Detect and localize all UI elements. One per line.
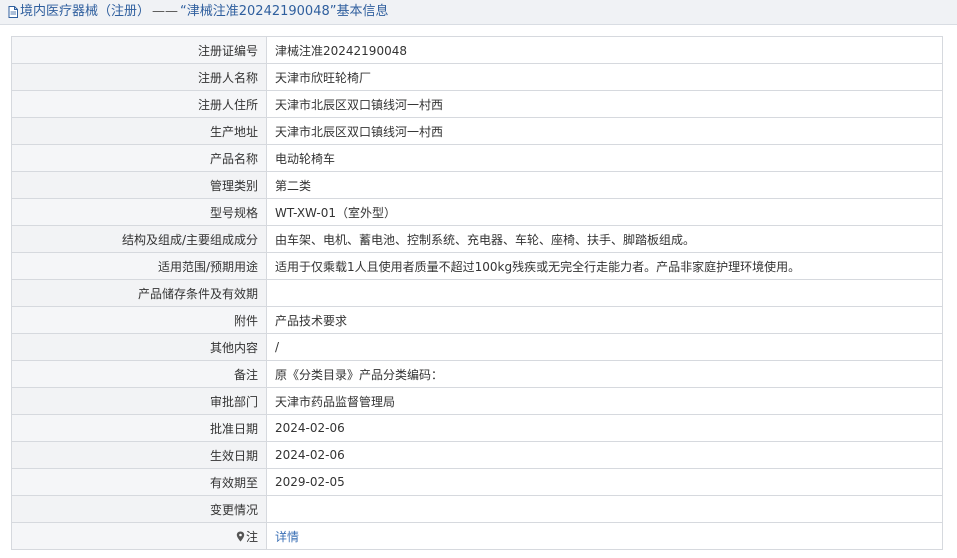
table-row: 产品储存条件及有效期 [11,279,943,307]
table-row: 审批部门 天津市药品监督管理局 [11,387,943,415]
row-label: 型号规格 [11,198,267,226]
table-row: 生效日期 2024-02-06 [11,441,943,469]
row-label: 附件 [11,306,267,334]
row-value: 天津市北辰区双口镇线河一村西 [266,117,943,145]
document-icon [8,6,18,18]
table-row: 结构及组成/主要组成成分 由车架、电机、蓄电池、控制系统、充电器、车轮、座椅、扶手… [11,225,943,253]
table-row: 注册人住所 天津市北辰区双口镇线河一村西 [11,90,943,118]
row-label: 生效日期 [11,441,267,469]
row-value: / [266,333,943,361]
row-label: 产品储存条件及有效期 [11,279,267,307]
row-value: 由车架、电机、蓄电池、控制系统、充电器、车轮、座椅、扶手、脚踏板组成。 [266,225,943,253]
detail-link[interactable]: 详情 [275,530,299,544]
row-label: 注册证编号 [11,36,267,64]
table-row: 批准日期 2024-02-06 [11,414,943,442]
row-label: 结构及组成/主要组成成分 [11,225,267,253]
note-value-cell: 详情 [266,522,943,550]
table-row: 变更情况 [11,495,943,523]
row-value: 2024-02-06 [266,441,943,469]
title-bar: 境内医疗器械（注册） —— “津械注准20242190048”基本信息 [0,0,957,25]
info-table-container: 注册证编号 津械注准20242190048 注册人名称 天津市欣旺轮椅厂 注册人住所… [11,36,943,550]
row-label: 其他内容 [11,333,267,361]
table-row: 有效期至 2029-02-05 [11,468,943,496]
row-label: 注册人名称 [11,63,267,91]
row-value: 津械注准20242190048 [266,36,943,64]
row-label: 适用范围/预期用途 [11,252,267,280]
row-value: 2024-02-06 [266,414,943,442]
row-value: 电动轮椅车 [266,144,943,172]
row-label: 生产地址 [11,117,267,145]
row-label: 有效期至 [11,468,267,496]
breadcrumb-separator: —— [152,4,179,19]
table-row: 适用范围/预期用途 适用于仅乘载1人且使用者质量不超过100kg残疾或无完全行走能… [11,252,943,280]
row-value: 原《分类目录》产品分类编码： [266,360,943,388]
row-label: 产品名称 [11,144,267,172]
table-row: 备注 原《分类目录》产品分类编码： [11,360,943,388]
row-label: 注册人住所 [11,90,267,118]
row-value: 2029-02-05 [266,468,943,496]
row-label: 备注 [11,360,267,388]
row-value: 天津市北辰区双口镇线河一村西 [266,90,943,118]
row-label: 变更情况 [11,495,267,523]
table-row: 附件 产品技术要求 [11,306,943,334]
row-value: 适用于仅乘载1人且使用者质量不超过100kg残疾或无完全行走能力者。产品非家庭护… [266,252,943,280]
table-row: 其他内容 / [11,333,943,361]
row-value: 天津市药品监督管理局 [266,387,943,415]
breadcrumb[interactable]: 境内医疗器械（注册） [20,0,150,24]
row-value [266,279,943,307]
row-value: 产品技术要求 [266,306,943,334]
page-title: “津械注准20242190048”基本信息 [180,4,389,19]
row-label: 审批部门 [11,387,267,415]
location-pin-icon [236,531,245,541]
table-row: 注册证编号 津械注准20242190048 [11,36,943,64]
note-label-cell: 注 [11,522,267,550]
row-value: 天津市欣旺轮椅厂 [266,63,943,91]
table-row: 产品名称 电动轮椅车 [11,144,943,172]
row-value [266,495,943,523]
table-row: 生产地址 天津市北辰区双口镇线河一村西 [11,117,943,145]
note-row: 注 详情 [11,522,943,550]
row-label: 管理类别 [11,171,267,199]
row-value: WT-XW-01（室外型） [266,198,943,226]
table-row: 注册人名称 天津市欣旺轮椅厂 [11,63,943,91]
row-label: 批准日期 [11,414,267,442]
table-row: 管理类别 第二类 [11,171,943,199]
row-value: 第二类 [266,171,943,199]
note-label: 注 [245,529,258,544]
info-table: 注册证编号 津械注准20242190048 注册人名称 天津市欣旺轮椅厂 注册人住所… [11,36,943,550]
info-table-body: 注册证编号 津械注准20242190048 注册人名称 天津市欣旺轮椅厂 注册人住所… [11,36,943,550]
table-row: 型号规格 WT-XW-01（室外型） [11,198,943,226]
